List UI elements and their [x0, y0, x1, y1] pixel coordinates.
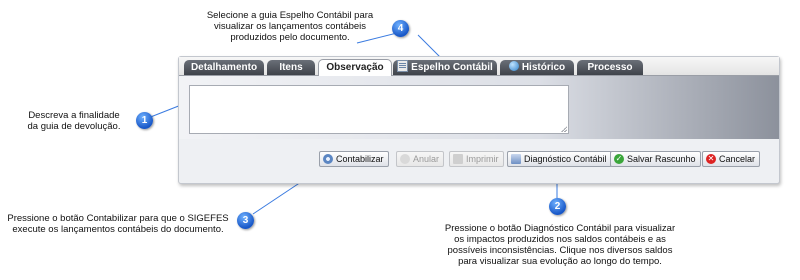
cancelar-button[interactable]: ✕ Cancelar — [702, 151, 761, 167]
tab-itens-label: Itens — [279, 62, 303, 73]
callout-4-line-1: Selecione a guia Espelho Contábil para — [206, 10, 374, 21]
callout-4-badge: 4 — [392, 20, 409, 37]
diagnostico-contabil-label: Diagnóstico Contábil — [524, 154, 607, 164]
imprimir-label: Imprimir — [466, 154, 499, 164]
tab-bar: Detalhamento Itens Observação Espelho Co… — [179, 57, 779, 77]
contabilizar-label: Contabilizar — [336, 154, 384, 164]
callout-3-line-1: Pressione o botão Contabilizar para que … — [7, 213, 229, 224]
tab-detalhamento-label: Detalhamento — [190, 62, 258, 73]
callout-1-line-1: Descreva a finalidade — [28, 110, 120, 121]
diagnostico-contabil-button[interactable]: Diagnóstico Contábil — [507, 151, 612, 167]
tab-espelho-contabil[interactable]: Espelho Contábil — [393, 60, 497, 75]
salvar-rascunho-button[interactable]: ✓ Salvar Rascunho — [610, 151, 701, 167]
document-list-icon — [397, 60, 409, 73]
diagnostic-icon — [511, 153, 521, 164]
tab-processo-label: Processo — [587, 62, 633, 73]
callout-1-badge: 1 — [136, 112, 153, 129]
callout-2-line-2: os impactos produzidos nos saldos contáb… — [454, 234, 666, 245]
close-icon: ✕ — [706, 153, 716, 164]
action-button-row: Contabilizar Anular Imprimir Diagnóstico… — [179, 147, 779, 169]
connector-4b — [417, 34, 442, 59]
callout-1-line-2: da guia de devolução. — [27, 121, 121, 132]
checkmark-icon: ✓ — [614, 153, 624, 164]
callout-2-line-4: para visualizar sua evolução ao longo do… — [458, 256, 662, 267]
callout-1-text: Descreva a finalidade da guia de devoluç… — [14, 110, 134, 132]
salvar-rascunho-label: Salvar Rascunho — [627, 154, 696, 164]
tab-content-observacao — [179, 76, 779, 139]
cancelar-label: Cancelar — [719, 154, 756, 164]
anular-button[interactable]: Anular — [396, 151, 445, 167]
globe-icon — [508, 61, 519, 72]
gears-icon — [323, 153, 333, 164]
callout-2-badge: 2 — [549, 198, 566, 215]
callout-2-line-3: possíveis inconsistências. Clique nos di… — [447, 245, 673, 256]
callout-3-badge: 3 — [237, 212, 254, 229]
imprimir-button[interactable]: Imprimir — [449, 151, 504, 167]
callout-2-text: Pressione o botão Diagnóstico Contábil p… — [425, 223, 695, 267]
tab-historico[interactable]: Histórico — [500, 60, 574, 75]
cancel-document-icon — [400, 153, 410, 164]
resize-handle-icon[interactable] — [561, 126, 567, 132]
guia-devolucao-panel: Detalhamento Itens Observação Espelho Co… — [178, 56, 780, 184]
tab-observacao-label: Observação — [326, 62, 384, 73]
callout-2-line-1: Pressione o botão Diagnóstico Contábil p… — [444, 223, 676, 234]
anular-label: Anular — [413, 154, 440, 164]
tab-itens[interactable]: Itens — [267, 60, 315, 75]
tab-detalhamento[interactable]: Detalhamento — [184, 60, 264, 75]
callout-3-line-2: execute os lançamentos contábeis do docu… — [12, 224, 224, 235]
tab-observacao[interactable]: Observação — [318, 59, 392, 77]
tab-processo[interactable]: Processo — [577, 60, 643, 75]
callout-4-line-2: visualizar os lançamentos contábeis — [213, 21, 367, 32]
observacao-textarea[interactable] — [189, 85, 569, 134]
tab-historico-label: Histórico — [521, 62, 566, 73]
tab-espelho-contabil-label: Espelho Contábil — [411, 62, 493, 73]
callout-3-text: Pressione o botão Contabilizar para que … — [2, 213, 234, 235]
contabilizar-button[interactable]: Contabilizar — [319, 151, 389, 167]
callout-4-line-3: produzidos pelo documento. — [230, 32, 350, 43]
callout-4-text: Selecione a guia Espelho Contábil para v… — [190, 10, 390, 43]
printer-icon — [453, 153, 463, 164]
